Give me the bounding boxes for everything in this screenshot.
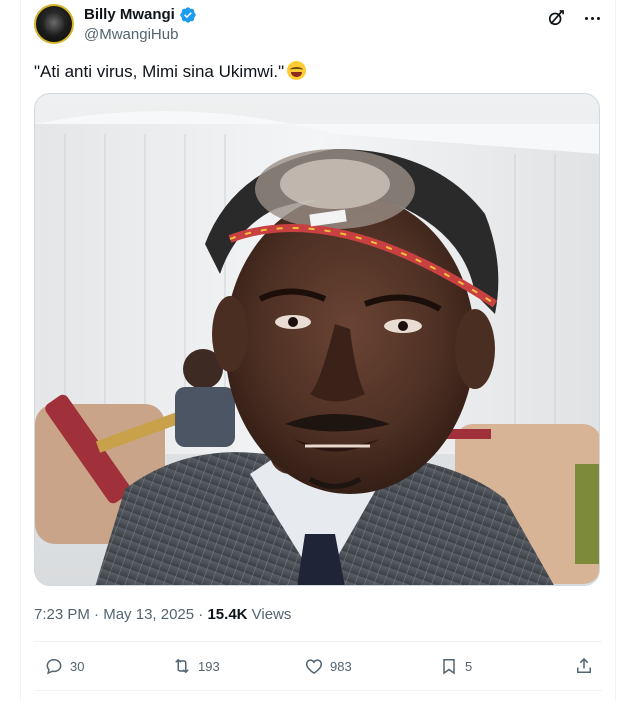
name-row: Billy Mwangi	[84, 5, 197, 25]
tweet-card[interactable]: Billy Mwangi @MwangiHub "Ati anti virus,…	[20, 0, 616, 701]
reply-button[interactable]: 30	[44, 653, 84, 679]
repost-button[interactable]: 193	[172, 653, 220, 679]
tweet-time[interactable]: 7:23 PM	[34, 606, 90, 623]
laughing-emoji-icon	[287, 61, 307, 80]
reply-icon	[46, 658, 62, 675]
reply-count: 30	[70, 658, 85, 674]
tweet-header: Billy Mwangi @MwangiHub	[34, 4, 602, 44]
like-button[interactable]: 983	[304, 653, 352, 679]
like-count: 983	[330, 658, 352, 674]
tweet-media-image[interactable]	[34, 93, 600, 586]
views-count: 15.4K	[207, 606, 248, 623]
tweet-timestamp-row: 7:23 PM · May 13, 2025 · 15.4K Views	[34, 605, 291, 625]
verified-icon[interactable]	[179, 6, 197, 24]
bookmark-button[interactable]: 5	[439, 653, 472, 679]
divider	[34, 641, 602, 642]
bookmark-icon	[443, 659, 455, 675]
views-label: Views	[251, 606, 292, 623]
repost-icon	[175, 658, 189, 674]
repost-count: 193	[198, 658, 220, 674]
share-icon	[577, 657, 591, 673]
grok-icon[interactable]	[546, 8, 566, 28]
author-names: Billy Mwangi @MwangiHub	[84, 5, 197, 45]
bookmark-count: 5	[465, 658, 473, 674]
separator: ·	[198, 606, 204, 623]
tweet-date[interactable]: May 13, 2025	[103, 606, 194, 623]
author-name[interactable]: Billy Mwangi	[84, 5, 175, 25]
like-icon	[305, 659, 323, 674]
tweet-text-row: "Ati anti virus, Mimi sina Ukimwi."	[34, 61, 307, 83]
action-bar: 30 193 983 5	[34, 653, 602, 679]
avatar[interactable]	[34, 4, 74, 44]
divider	[34, 690, 602, 691]
separator: ·	[94, 606, 100, 623]
photo-man-headband	[35, 94, 599, 585]
tweet-text: "Ati anti virus, Mimi sina Ukimwi."	[34, 62, 285, 81]
author-handle[interactable]: @MwangiHub	[84, 25, 197, 45]
share-button[interactable]	[574, 653, 594, 679]
more-icon[interactable]	[582, 8, 602, 28]
